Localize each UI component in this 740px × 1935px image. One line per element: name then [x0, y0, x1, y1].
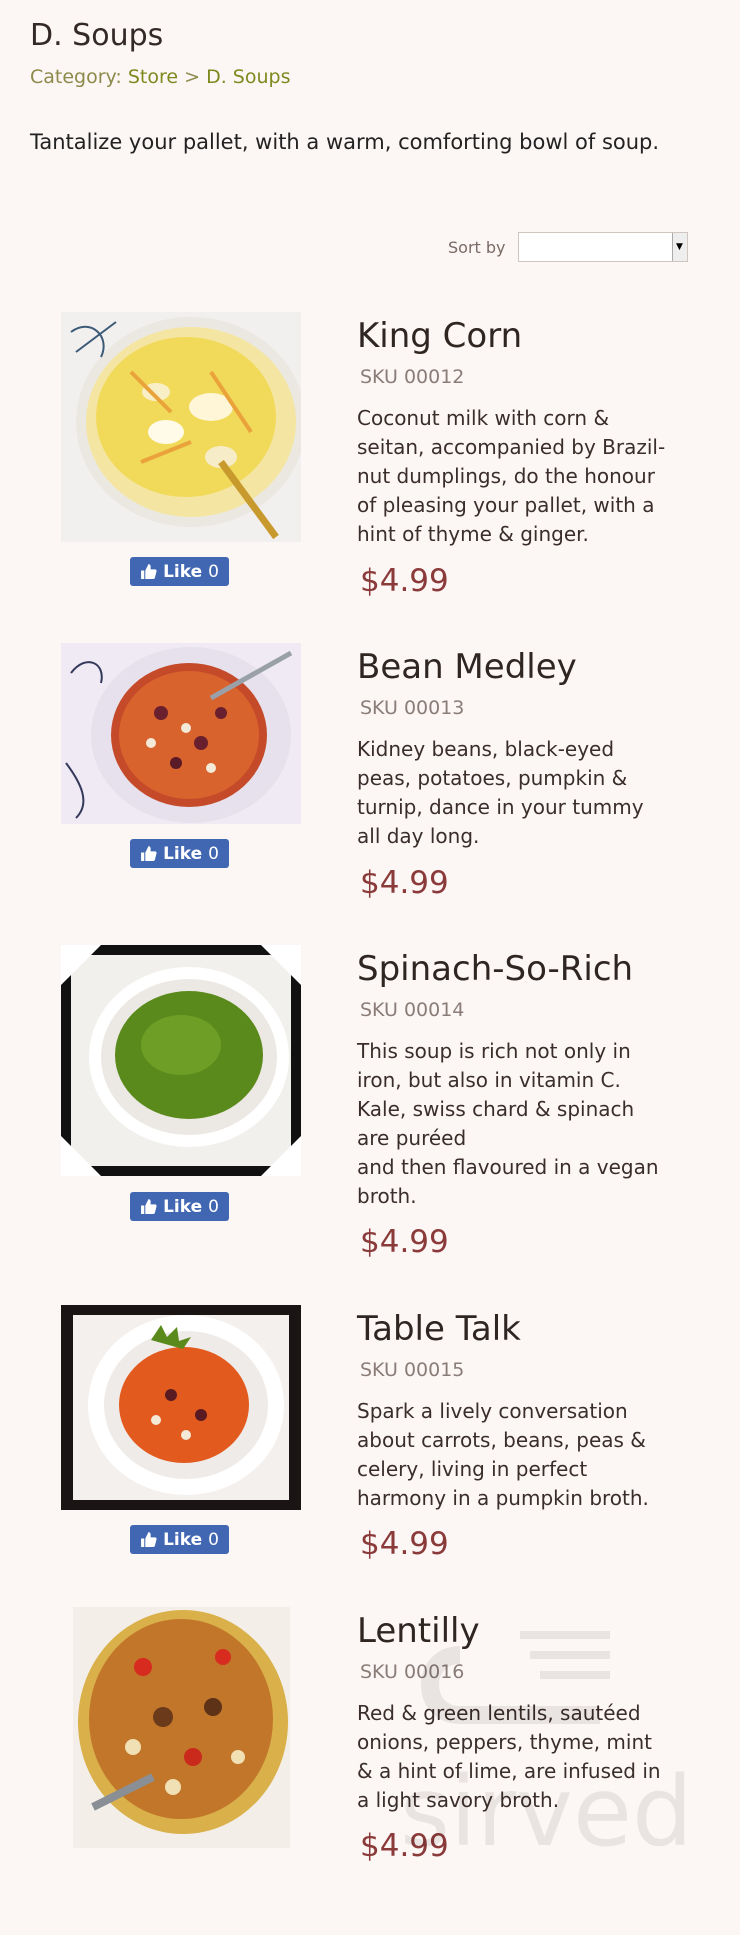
product-name[interactable]: Spinach-So-Rich	[357, 949, 633, 989]
product-description: Coconut milk with corn & seitan, accompa…	[357, 406, 666, 546]
category-intro: Tantalize your pallet, with a warm, comf…	[30, 130, 660, 154]
product-name[interactable]: Bean Medley	[357, 647, 577, 687]
product-price: $4.99	[360, 865, 449, 901]
like-count: 0	[208, 561, 219, 582]
sort-select[interactable]: ▼	[517, 232, 688, 262]
product-description: Kidney beans, black-eyed peas, potatoes,…	[357, 737, 644, 848]
like-label: Like	[163, 843, 203, 864]
facebook-like-button[interactable]: Like 0	[130, 1192, 229, 1221]
product-price: $4.99	[360, 1224, 449, 1260]
product-price: $4.99	[360, 563, 449, 599]
product-sku: SKU 00015	[360, 1359, 465, 1381]
product-image[interactable]	[61, 1305, 301, 1510]
breadcrumb-store-link[interactable]: Store	[128, 66, 178, 88]
page-title: D. Soups	[30, 18, 164, 53]
product-sku: SKU 00014	[360, 999, 465, 1021]
sort-control: Sort by ▼	[448, 232, 688, 262]
thumbs-up-icon	[141, 564, 157, 579]
product-price: $4.99	[360, 1828, 449, 1864]
breadcrumb-prefix: Category:	[30, 66, 122, 88]
product-image[interactable]	[61, 643, 301, 824]
like-label: Like	[163, 1529, 203, 1550]
product-sku: SKU 00016	[360, 1661, 465, 1683]
like-count: 0	[208, 1529, 219, 1550]
product-sku: SKU 00012	[360, 366, 465, 388]
product-name[interactable]: Lentilly	[357, 1611, 480, 1651]
product-price: $4.99	[360, 1526, 449, 1562]
like-label: Like	[163, 561, 203, 582]
product-name[interactable]: King Corn	[357, 316, 522, 356]
facebook-like-button[interactable]: Like 0	[130, 839, 229, 868]
facebook-like-button[interactable]: Like 0	[130, 557, 229, 586]
thumbs-up-icon	[141, 1532, 157, 1547]
breadcrumb-separator: >	[184, 66, 201, 88]
product-image[interactable]	[73, 1607, 290, 1848]
thumbs-up-icon	[141, 846, 157, 861]
product-image[interactable]	[61, 312, 301, 542]
product-description: Spark a lively conversation about carrot…	[357, 1399, 649, 1510]
like-count: 0	[208, 843, 219, 864]
product-name[interactable]: Table Talk	[357, 1309, 521, 1349]
product-description: Red & green lentils, sautéed onions, pep…	[357, 1701, 661, 1812]
like-label: Like	[163, 1196, 203, 1217]
sort-label: Sort by	[448, 237, 506, 257]
like-count: 0	[208, 1196, 219, 1217]
breadcrumb-current-link[interactable]: D. Soups	[206, 66, 290, 88]
product-description: This soup is rich not only in iron, but …	[357, 1039, 659, 1208]
product-image[interactable]	[61, 945, 301, 1176]
thumbs-up-icon	[141, 1199, 157, 1214]
product-sku: SKU 00013	[360, 697, 465, 719]
chevron-down-icon[interactable]: ▼	[671, 233, 687, 261]
facebook-like-button[interactable]: Like 0	[130, 1525, 229, 1554]
breadcrumb: Category: Store > D. Soups	[30, 66, 291, 88]
